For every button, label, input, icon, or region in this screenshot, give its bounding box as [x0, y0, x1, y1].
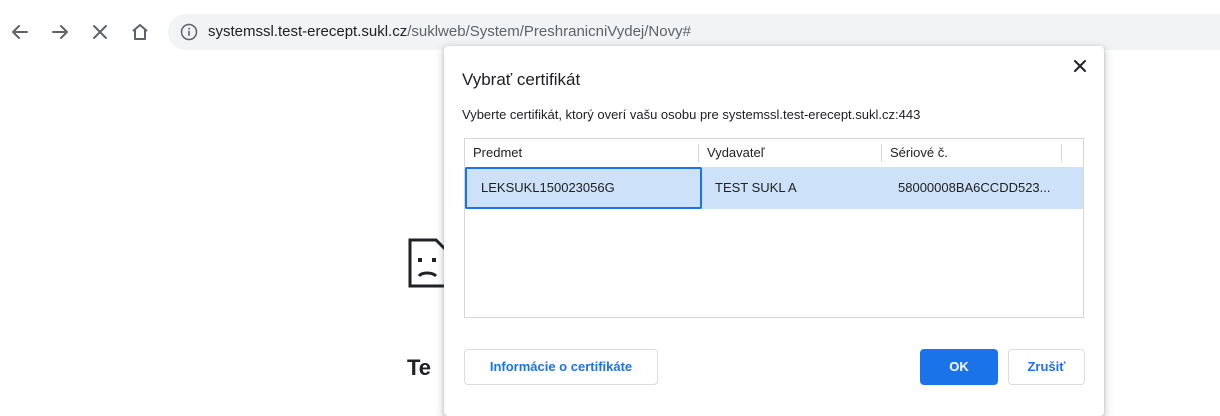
back-arrow-icon[interactable] — [6, 18, 34, 46]
column-header-subject[interactable]: Predmet — [465, 139, 698, 167]
address-bar[interactable]: systemssl.test-erecept.sukl.cz/suklweb/S… — [168, 14, 1220, 50]
url-path: /suklweb/System/PreshranicniVydej/Novy# — [407, 23, 691, 40]
column-divider — [1061, 144, 1062, 162]
ok-button[interactable]: OK — [920, 349, 998, 385]
cell-serial: 58000008BA6CCDD523... — [898, 180, 1051, 195]
column-header-issuer[interactable]: Vydavateľ — [698, 144, 881, 162]
url-text: systemssl.test-erecept.sukl.cz/suklweb/S… — [208, 22, 691, 42]
certificate-table: Predmet Vydavateľ Sériové č. LEKSUKL1500… — [464, 138, 1084, 318]
certificate-info-button[interactable]: Informácie o certifikáte — [464, 349, 658, 385]
info-icon[interactable] — [180, 23, 198, 41]
column-header-serial[interactable]: Sériové č. — [881, 144, 1061, 162]
error-title: Te — [407, 355, 432, 380]
cell-issuer: TEST SUKL A — [715, 180, 797, 195]
dialog-description: Vyberte certifikát, ktorý overí vašu oso… — [462, 107, 921, 122]
url-host: systemssl.test-erecept.sukl.cz — [208, 23, 408, 40]
certificate-dialog: Vybrať certifikát Vyberte certifikát, kt… — [444, 46, 1104, 416]
home-icon[interactable] — [126, 18, 154, 46]
cell-subject[interactable]: LEKSUKL150023056G — [465, 167, 702, 209]
close-icon[interactable] — [1070, 56, 1090, 76]
dialog-title: Vybrať certifikát — [462, 70, 581, 89]
table-header: Predmet Vydavateľ Sériové č. — [465, 139, 1083, 167]
sad-page-icon — [408, 238, 448, 288]
table-row[interactable]: LEKSUKL150023056G TEST SUKL A 58000008BA… — [465, 167, 1083, 209]
stop-icon[interactable] — [86, 18, 114, 46]
forward-arrow-icon[interactable] — [46, 18, 74, 46]
cancel-button[interactable]: Zrušiť — [1008, 349, 1085, 385]
